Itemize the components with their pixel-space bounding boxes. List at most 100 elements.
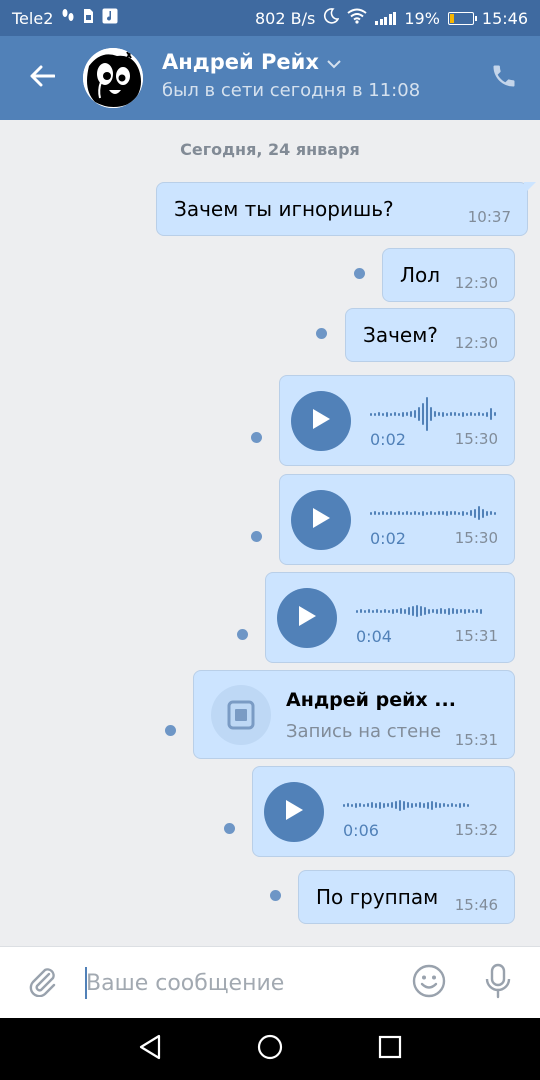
waveform-bar — [388, 609, 390, 613]
play-button[interactable] — [291, 391, 351, 451]
wall-post-attachment[interactable]: Андрей рейх ... Запись на стене 15:31 — [193, 670, 515, 759]
wifi-icon — [347, 8, 367, 28]
waveform-bar — [470, 510, 472, 516]
message-time: 10:37 — [467, 208, 511, 226]
contact-name: Андрей Рейх — [162, 50, 319, 74]
voice-duration: 0:02 — [370, 529, 406, 548]
waveform-bar — [394, 412, 396, 416]
avatar[interactable] — [83, 48, 143, 108]
back-arrow-icon — [29, 65, 56, 91]
waveform-bar — [490, 511, 492, 515]
waveform-bar — [462, 411, 464, 417]
nav-back-button[interactable] — [134, 1033, 166, 1065]
waveform-bar — [410, 411, 412, 417]
call-button[interactable] — [490, 62, 522, 94]
voice-record-button[interactable] — [478, 963, 518, 1003]
paperclip-icon — [27, 965, 57, 1001]
waveform-bar — [382, 511, 384, 515]
waveform-bar — [463, 803, 465, 807]
wall-post-icon — [211, 685, 271, 745]
network-speed: 802 B/s — [255, 8, 316, 28]
waveform-bar — [450, 511, 452, 515]
waveform-bar — [363, 803, 365, 807]
waveform-bar — [428, 608, 430, 614]
home-circle-icon — [257, 1034, 283, 1064]
waveform-bar — [494, 412, 496, 416]
carrier-label: Tele2 — [12, 8, 54, 28]
battery-percent: 19% — [404, 8, 440, 28]
message-bubble[interactable]: Зачем ты игноришь? 10:37 — [156, 182, 536, 236]
music-icon — [102, 8, 118, 28]
voice-message[interactable]: 0:02 15:30 — [279, 474, 515, 565]
waveform-bar — [371, 802, 373, 808]
waveform-bar — [347, 803, 349, 807]
emoji-button[interactable] — [409, 963, 449, 1003]
waveform-bar — [367, 803, 369, 807]
message-time: 15:46 — [454, 896, 498, 914]
waveform-bar — [414, 410, 416, 418]
voice-message[interactable]: 0:02 15:30 — [279, 375, 515, 466]
waveform-bar — [402, 511, 404, 515]
voice-message[interactable]: 0:04 15:31 — [265, 572, 515, 663]
play-button[interactable] — [277, 588, 337, 648]
voice-message[interactable]: 0:06 15:32 — [252, 766, 515, 857]
nav-recents-button[interactable] — [374, 1033, 406, 1065]
waveform-bar — [380, 609, 382, 613]
message-bubble[interactable]: По группам 15:46 — [298, 870, 515, 924]
attach-button[interactable] — [22, 963, 62, 1003]
waveform-bar — [442, 411, 444, 417]
waveform-bar — [486, 510, 488, 516]
back-button[interactable] — [0, 36, 84, 120]
waveform-bar — [383, 802, 385, 808]
waveform-bar — [390, 412, 392, 416]
waveform-bar — [478, 506, 480, 520]
waveform-bar — [399, 799, 401, 811]
waveform-bar — [480, 608, 482, 614]
waveform-bar — [459, 802, 461, 808]
waveform-bar — [420, 606, 422, 616]
sim-icon — [83, 8, 94, 28]
voice-duration: 0:06 — [343, 821, 379, 840]
waveform-bar — [452, 608, 454, 614]
play-button[interactable] — [264, 782, 324, 842]
waveform-bar — [442, 511, 444, 515]
chevron-down-icon — [327, 50, 341, 74]
waveform-bar — [415, 803, 417, 807]
waveform-bar — [392, 608, 394, 614]
nav-home-button[interactable] — [254, 1033, 286, 1065]
moon-icon — [323, 8, 340, 28]
waveform-bar — [434, 511, 436, 515]
message-time: 12:30 — [454, 274, 498, 292]
waveform-bar — [390, 511, 392, 515]
play-button[interactable] — [291, 490, 351, 550]
waveform-bar — [424, 607, 426, 615]
last-seen-status: был в сети сегодня в 11:08 — [162, 80, 421, 101]
waveform-bar — [355, 802, 357, 808]
contact-name-row[interactable]: Андрей Рейх — [162, 50, 420, 74]
message-time: 15:30 — [454, 430, 498, 448]
waveform-bar — [370, 412, 372, 416]
message-input[interactable] — [86, 965, 396, 1001]
waveform-bar — [402, 411, 404, 417]
waveform-bar — [359, 803, 361, 807]
waveform-bar — [386, 511, 388, 515]
message-bubble[interactable]: Лол 12:30 — [382, 248, 515, 302]
message-bubble[interactable]: Зачем? 12:30 — [345, 308, 515, 362]
waveform-bar — [374, 412, 376, 416]
waveform-bar — [382, 412, 384, 416]
waveform-bar — [343, 803, 345, 807]
waveform-bar — [494, 511, 496, 515]
waveform-bar — [427, 801, 429, 809]
smile-icon — [412, 964, 446, 1002]
phone-icon — [490, 65, 518, 94]
waveform-bar — [418, 407, 420, 421]
waveform-bar — [486, 411, 488, 417]
date-separator: Сегодня, 24 января — [180, 140, 360, 159]
waveform-bar — [462, 510, 464, 516]
unread-indicator — [316, 328, 327, 339]
footprint-icon — [61, 8, 75, 28]
waveform-bar — [398, 412, 400, 416]
message-text: По группам — [316, 885, 439, 909]
waveform-bar — [466, 511, 468, 515]
waveform-bar — [444, 608, 446, 614]
